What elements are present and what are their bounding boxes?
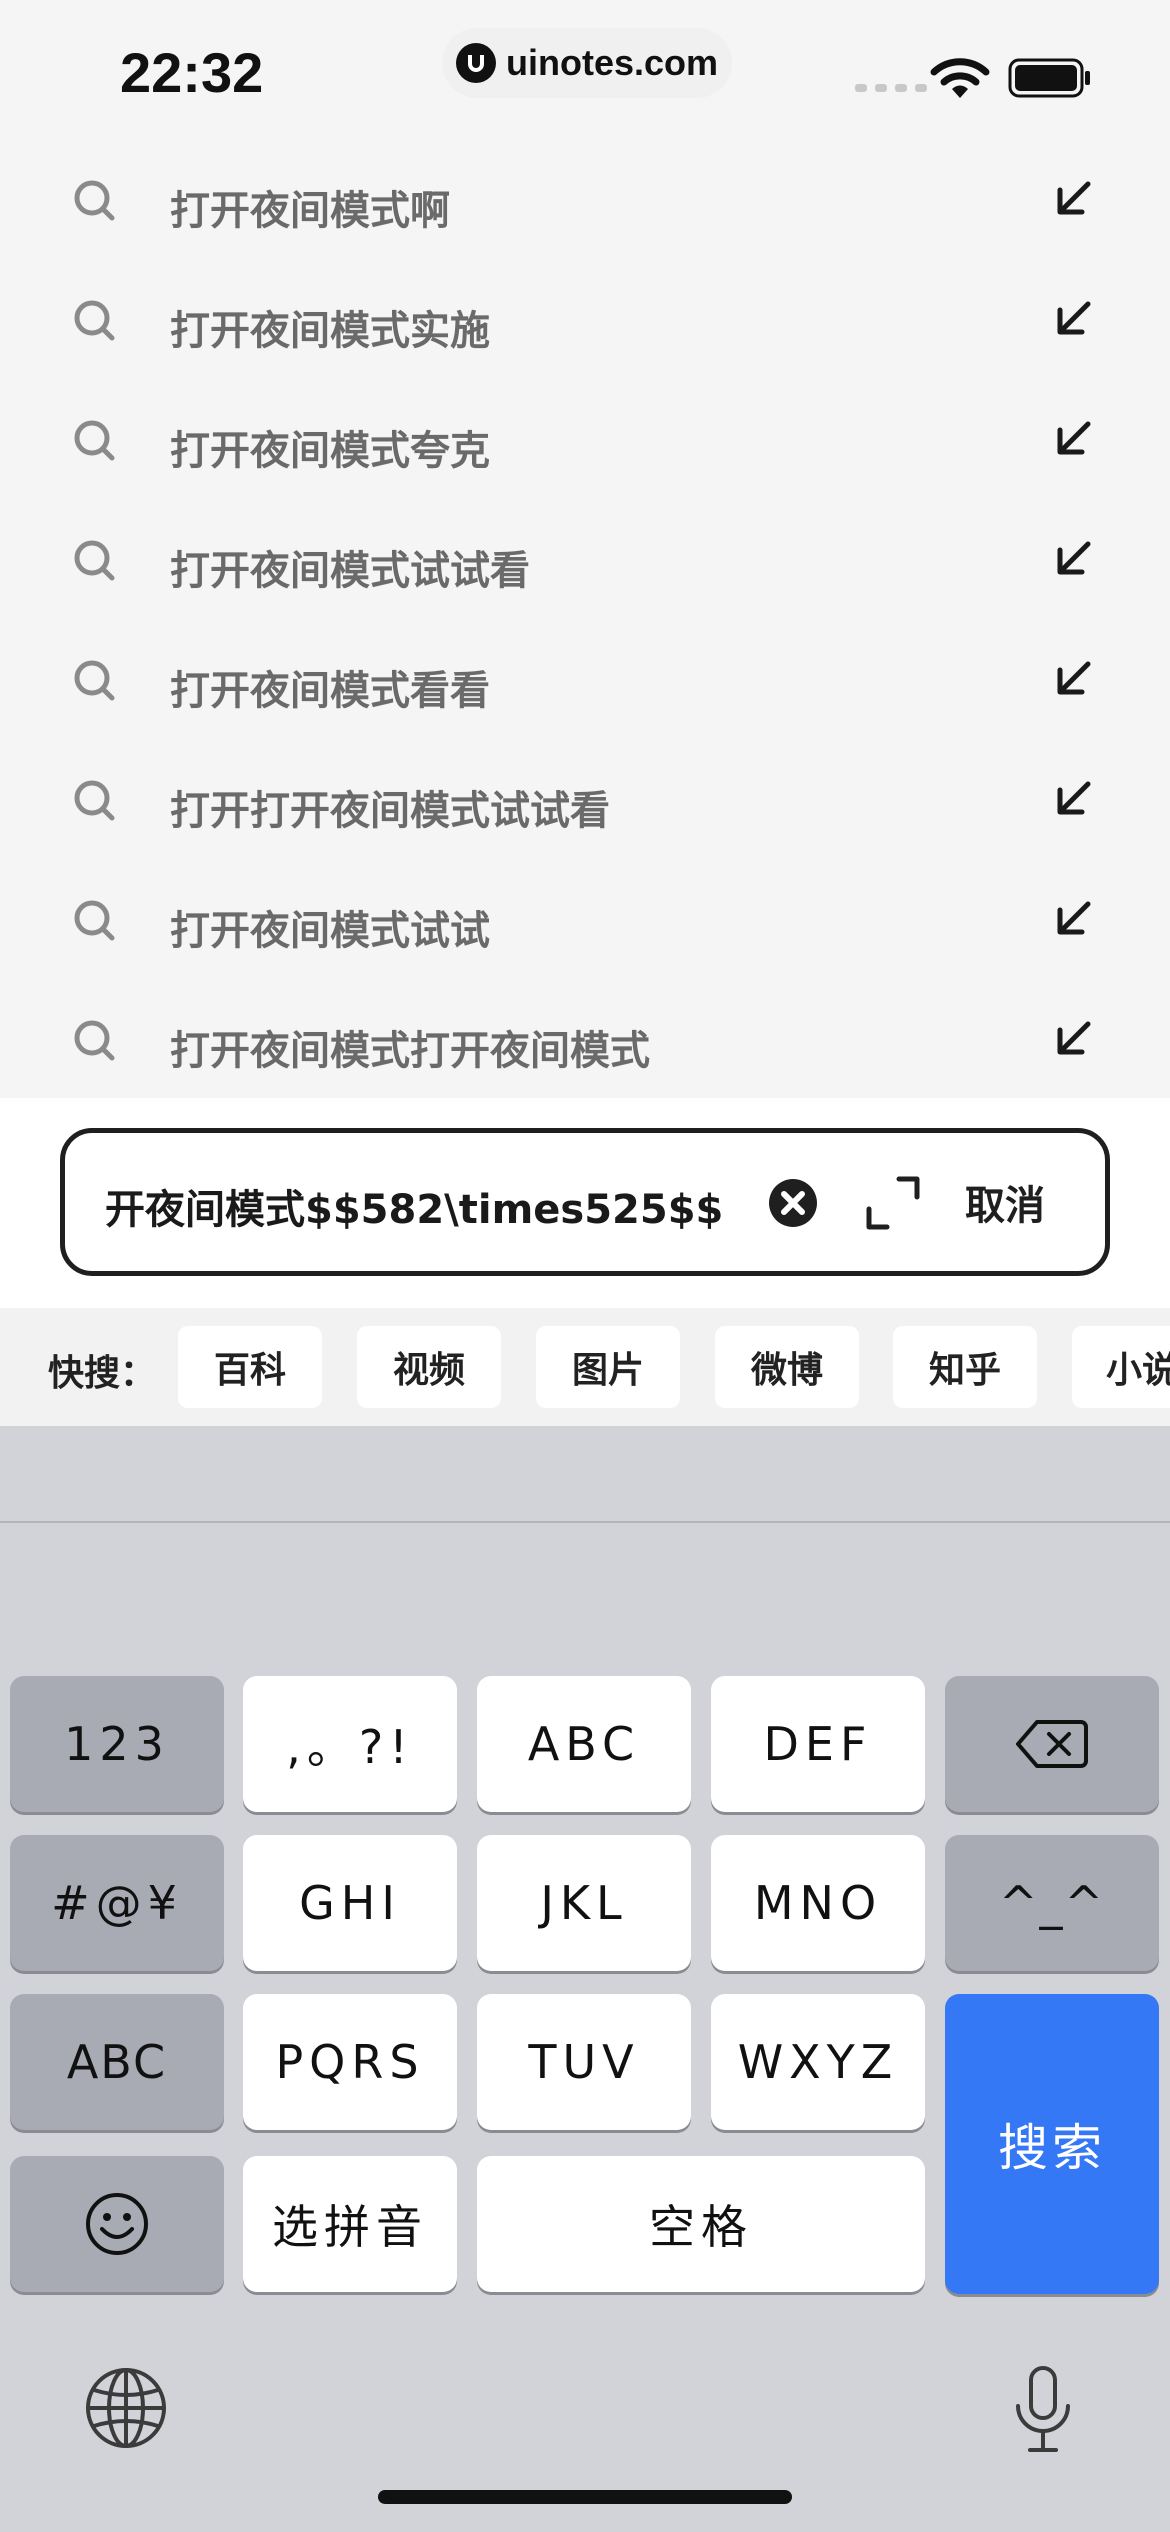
keyboard: 123 ,。?! ABC DEF #@¥ GHI JKL MNO ^_^ ABC… (0, 1426, 1170, 2532)
battery-icon (1008, 58, 1090, 98)
key-mno[interactable]: MNO (711, 1835, 925, 1971)
search-input[interactable]: 开夜间模式$$582\times525$$ (105, 1177, 765, 1235)
suggestion-text: 打开夜间模式啊 (170, 188, 450, 234)
search-icon (74, 660, 115, 701)
quick-search-label: 快搜： (48, 1353, 157, 1394)
emoji-key[interactable] (10, 2156, 224, 2292)
status-time: 22:32 (120, 41, 264, 104)
fill-arrow-icon[interactable] (1054, 418, 1094, 458)
clear-icon[interactable] (767, 1177, 819, 1229)
suggestion-text: 打开夜间模式试试 (170, 908, 490, 954)
quick-chip-video[interactable]: 视频 (357, 1326, 501, 1408)
suggestion-item[interactable]: 打开夜间模式实施 (0, 260, 1170, 380)
status-bar: 22:32 uinotes.com (0, 0, 1170, 140)
suggestion-text: 打开夜间模式实施 (170, 308, 490, 354)
suggestion-item[interactable]: 打开夜间模式看看 (0, 620, 1170, 740)
url-text: uinotes.com (506, 42, 719, 83)
suggestion-text: 打开打开夜间模式试试看 (170, 788, 610, 834)
search-key[interactable]: 搜索 (945, 1994, 1159, 2294)
emoji-icon (86, 2193, 148, 2255)
suggestion-item[interactable]: 打开夜间模式啊 (0, 140, 1170, 260)
suggestion-text: 打开夜间模式打开夜间模式 (170, 1028, 650, 1074)
search-icon (74, 420, 115, 461)
search-icon (74, 180, 115, 221)
fill-arrow-icon[interactable] (1054, 538, 1094, 578)
suggestion-item[interactable]: 打开夜间模式夸克 (0, 380, 1170, 500)
fill-arrow-icon[interactable] (1054, 658, 1094, 698)
key-pqrs[interactable]: PQRS (243, 1994, 457, 2130)
search-icon (74, 540, 115, 581)
key-def[interactable]: DEF (711, 1676, 925, 1812)
search-section: 开夜间模式$$582\times525$$ 取消 (0, 1098, 1170, 1308)
key-pinyin[interactable]: 选拼音 (243, 2156, 457, 2292)
key-symbols[interactable]: #@¥ (10, 1835, 224, 1971)
quick-search-bar: 快搜： 百科 视频 图片 微博 知乎 小说 (0, 1308, 1170, 1426)
globe-icon[interactable] (84, 2366, 168, 2450)
key-punctuation[interactable]: ,。?! (243, 1676, 457, 1812)
expand-icon[interactable] (865, 1175, 921, 1231)
key-tuv[interactable]: TUV (477, 1994, 691, 2130)
site-logo-icon (456, 43, 496, 83)
quick-chip-novel[interactable]: 小说 (1072, 1326, 1170, 1408)
suggestion-item[interactable]: 打开打开夜间模式试试看 (0, 740, 1170, 860)
signal-icon (855, 84, 927, 92)
key-ghi[interactable]: GHI (243, 1835, 457, 1971)
suggestion-text: 打开夜间模式夸克 (170, 428, 490, 474)
fill-arrow-icon[interactable] (1054, 298, 1094, 338)
search-icon (74, 1020, 115, 1061)
fill-arrow-icon[interactable] (1054, 1018, 1094, 1058)
suggestion-list: 打开夜间模式啊 打开夜间模式实施 打开夜间模式夸克 打开夜间模式试试看 打开夜间… (0, 140, 1170, 1100)
space-key[interactable]: 空格 (477, 2156, 925, 2292)
key-jkl[interactable]: JKL (477, 1835, 691, 1971)
quick-chip-images[interactable]: 图片 (536, 1326, 680, 1408)
suggestion-text: 打开夜间模式试试看 (170, 548, 530, 594)
key-wxyz[interactable]: WXYZ (711, 1994, 925, 2130)
search-icon (74, 300, 115, 341)
quick-chip-baike[interactable]: 百科 (178, 1326, 322, 1408)
key-abc-mode[interactable]: ABC (10, 1994, 224, 2130)
keyboard-divider (0, 1521, 1170, 1523)
microphone-icon[interactable] (1008, 2364, 1078, 2456)
key-123[interactable]: 123 (10, 1676, 224, 1812)
quick-chip-zhihu[interactable]: 知乎 (893, 1326, 1037, 1408)
url-pill[interactable]: uinotes.com (442, 28, 732, 98)
fill-arrow-icon[interactable] (1054, 778, 1094, 818)
fill-arrow-icon[interactable] (1054, 898, 1094, 938)
backspace-icon (1016, 1720, 1088, 1768)
quick-chip-weibo[interactable]: 微博 (715, 1326, 859, 1408)
home-indicator[interactable] (378, 2490, 792, 2504)
search-box[interactable]: 开夜间模式$$582\times525$$ 取消 (60, 1128, 1110, 1276)
fill-arrow-icon[interactable] (1054, 178, 1094, 218)
backspace-key[interactable] (945, 1676, 1159, 1812)
key-emoticon[interactable]: ^_^ (945, 1835, 1159, 1971)
search-icon (74, 900, 115, 941)
search-icon (74, 780, 115, 821)
suggestion-item[interactable]: 打开夜间模式打开夜间模式 (0, 980, 1170, 1100)
key-abc[interactable]: ABC (477, 1676, 691, 1812)
app-root: 22:32 uinotes.com 打开夜间模式啊 打开夜间模式实施 打开夜间模… (0, 0, 1170, 2532)
suggestion-item[interactable]: 打开夜间模式试试 (0, 860, 1170, 980)
cancel-button[interactable]: 取消 (965, 1173, 1045, 1231)
suggestion-text: 打开夜间模式看看 (170, 668, 490, 714)
suggestion-item[interactable]: 打开夜间模式试试看 (0, 500, 1170, 620)
wifi-icon (930, 58, 990, 98)
